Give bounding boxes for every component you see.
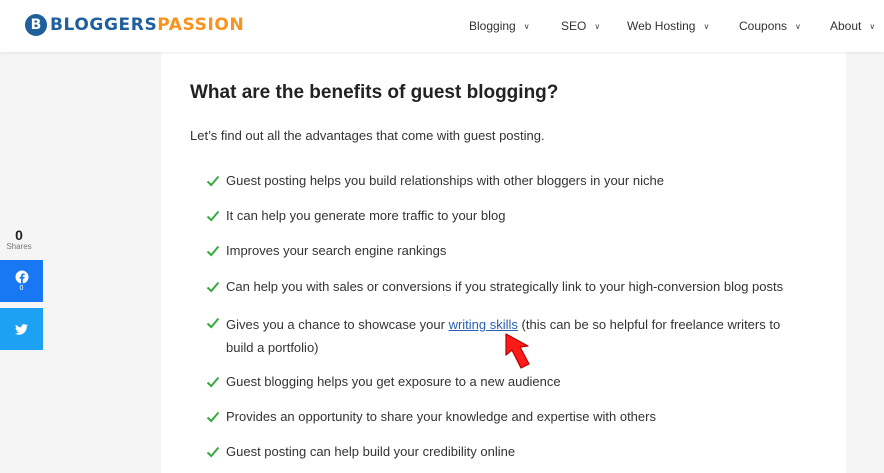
list-item-text: Provides an opportunity to share your kn… — [226, 409, 656, 424]
share-total: 0 — [15, 227, 23, 243]
list-item-text-before: Gives you a chance to showcase your — [226, 317, 449, 332]
list-item-text: Can help you with sales or conversions i… — [226, 279, 784, 294]
facebook-share-button[interactable]: 0 — [0, 260, 43, 302]
checkmark-icon — [206, 411, 220, 423]
twitter-share-button[interactable] — [0, 308, 43, 350]
annotation-arrow-icon — [505, 333, 530, 369]
nav-item-coupons[interactable]: Coupons ∨ — [739, 18, 801, 34]
list-item-text: Guest posting can help build your credib… — [226, 444, 516, 459]
chevron-down-icon: ∨ — [594, 21, 601, 31]
facebook-share-count: 0 — [19, 285, 24, 292]
nav-item-label: Web Hosting — [627, 19, 696, 33]
list-item: Guest blogging helps you get exposure to… — [206, 374, 561, 392]
checkmark-icon — [206, 376, 220, 388]
list-item: Improves your search engine rankings — [206, 243, 446, 261]
share-sidebar: 0 Shares 0 — [0, 227, 44, 350]
facebook-icon — [15, 270, 28, 284]
share-counter: 0 Shares — [0, 227, 41, 251]
list-item: Provides an opportunity to share your kn… — [206, 409, 656, 427]
main-nav: Blogging ∨ SEO ∨ Web Hosting ∨ Coupons ∨… — [0, 0, 884, 52]
chevron-down-icon: ∨ — [795, 21, 801, 31]
list-item: Can help you with sales or conversions i… — [206, 279, 783, 297]
share-label: Shares — [6, 242, 32, 251]
list-item: Guest posting can help build your credib… — [206, 444, 515, 462]
list-item: Guest posting helps you build relationsh… — [206, 173, 664, 191]
list-item-text: It can help you generate more traffic to… — [226, 208, 506, 223]
checkmark-icon — [206, 317, 220, 329]
writing-skills-link[interactable]: writing skills — [449, 317, 518, 332]
list-item-text: Guest blogging helps you get exposure to… — [226, 374, 561, 389]
list-item-text: Guest posting helps you build relationsh… — [226, 173, 664, 188]
chevron-down-icon: ∨ — [703, 21, 710, 31]
intro-text: Let’s find out all the advantages that c… — [190, 128, 545, 143]
checkmark-icon — [206, 245, 220, 257]
nav-item-blogging[interactable]: Blogging ∨ — [469, 18, 530, 34]
checkmark-icon — [206, 446, 220, 458]
chevron-down-icon: ∨ — [523, 21, 530, 31]
checkmark-icon — [206, 175, 220, 187]
nav-item-seo[interactable]: SEO ∨ — [561, 18, 600, 34]
checkmark-icon — [206, 210, 220, 222]
section-heading: What are the benefits of guest blogging? — [190, 82, 559, 103]
nav-item-label: Coupons — [739, 19, 788, 33]
checkmark-icon — [206, 281, 220, 293]
chevron-down-icon: ∨ — [869, 21, 876, 31]
list-item: It can help you generate more traffic to… — [206, 208, 505, 226]
nav-item-label: About — [830, 19, 862, 33]
nav-item-label: Blogging — [469, 19, 516, 33]
nav-item-label: SEO — [561, 19, 587, 33]
twitter-icon — [15, 323, 28, 335]
site-header: B BLOGGERSPASSION Blogging ∨ SEO ∨ Web H… — [0, 0, 884, 52]
list-item-text: Improves your search engine rankings — [226, 243, 447, 258]
nav-item-web-hosting[interactable]: Web Hosting ∨ — [627, 18, 709, 34]
nav-item-about[interactable]: About ∨ — [830, 18, 875, 34]
